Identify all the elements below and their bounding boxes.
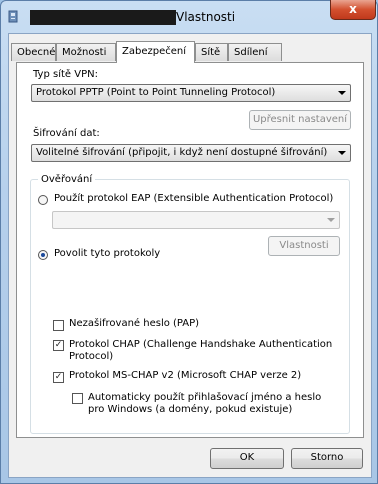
chevron-down-icon [338, 151, 346, 155]
mschap-checkbox[interactable]: ✓ [53, 372, 64, 383]
vpn-type-label: Typ sítě VPN: [33, 69, 98, 80]
auto-logon-label[interactable]: Automaticky použít přihlašovací jméno a … [88, 392, 338, 416]
allow-protocols-label[interactable]: Povolit tyto protokoly [54, 248, 160, 259]
cancel-button[interactable]: Storno [291, 448, 363, 469]
tab-security[interactable]: Zabezpečení [116, 41, 195, 63]
close-icon: x [349, 2, 357, 16]
chap-checkbox[interactable]: ✓ [53, 340, 64, 351]
eap-radio-label[interactable]: Použít protokol EAP (Extensible Authenti… [54, 193, 333, 204]
mschap-label[interactable]: Protokol MS-CHAP v2 (Microsoft CHAP verz… [69, 370, 301, 381]
redacted-connection-name [30, 10, 176, 25]
tab-networking[interactable]: Sítě [195, 43, 228, 61]
chevron-down-icon [338, 91, 346, 95]
auto-logon-checkbox[interactable] [72, 393, 83, 404]
encryption-value: Volitelné šifrování (připojit, i když ne… [36, 147, 328, 158]
vpn-type-select[interactable]: Protokol PPTP (Point to Point Tunneling … [31, 84, 351, 102]
close-button[interactable]: x [330, 0, 376, 20]
tab-options[interactable]: Možnosti [56, 43, 116, 61]
window-title: Vlastnosti [176, 10, 236, 24]
encryption-label: Šifrování dat: [33, 128, 100, 139]
eap-select[interactable] [52, 211, 340, 229]
pap-label[interactable]: Nezašifrované heslo (PAP) [69, 318, 199, 329]
vpn-type-value: Protokol PPTP (Point to Point Tunneling … [36, 87, 276, 98]
title-bar[interactable]: Vlastnosti x [0, 0, 378, 34]
network-connection-icon [8, 10, 20, 24]
checkmark-icon: ✓ [54, 340, 63, 350]
chevron-down-icon [327, 218, 335, 222]
pap-checkbox[interactable] [53, 320, 64, 331]
authentication-legend: Ověřování [38, 174, 96, 185]
tab-general[interactable]: Obecné [11, 43, 56, 61]
tab-sharing[interactable]: Sdílení [228, 43, 282, 61]
allow-protocols-radio[interactable] [38, 250, 48, 260]
eap-properties-button[interactable]: Vlastnosti [268, 236, 340, 256]
chap-label[interactable]: Protokol CHAP (Challenge Handshake Authe… [69, 339, 339, 363]
checkmark-icon: ✓ [54, 372, 63, 382]
advanced-settings-button[interactable]: Upřesnit nastavení [249, 110, 351, 130]
eap-radio[interactable] [38, 195, 48, 205]
encryption-select[interactable]: Volitelné šifrování (připojit, i když ne… [31, 144, 351, 162]
ok-button[interactable]: OK [210, 448, 284, 469]
